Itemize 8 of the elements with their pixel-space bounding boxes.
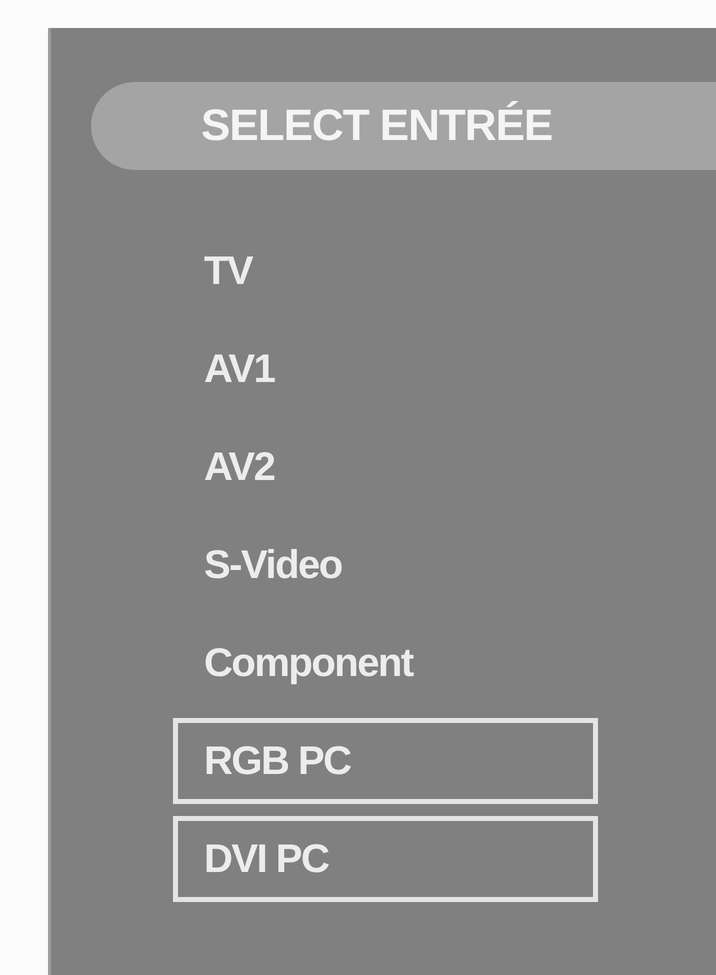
- input-option[interactable]: AV2: [173, 424, 598, 510]
- input-option[interactable]: Component: [173, 620, 598, 706]
- input-option[interactable]: S-Video: [173, 522, 598, 608]
- input-option[interactable]: DVI PC: [173, 816, 598, 902]
- input-option[interactable]: RGB PC: [173, 718, 598, 804]
- input-option[interactable]: TV: [173, 228, 598, 314]
- menu-title: SELECT ENTRÉE: [91, 82, 716, 170]
- input-option[interactable]: AV1: [173, 326, 598, 412]
